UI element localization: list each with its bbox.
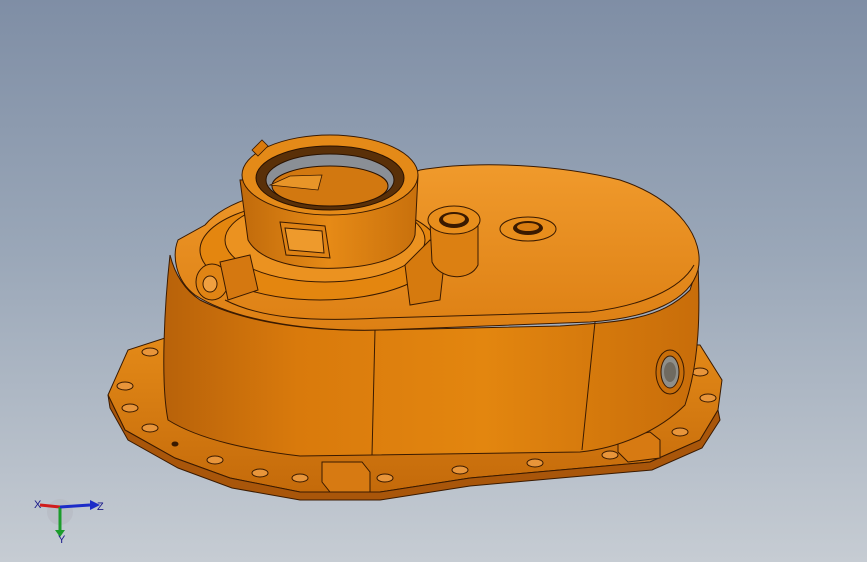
x-axis-label: X — [34, 499, 42, 511]
gearbox-housing-model[interactable] — [0, 0, 867, 562]
z-axis-line — [59, 503, 91, 509]
orientation-triad: X Y Z — [34, 499, 104, 545]
x-axis-line — [39, 503, 61, 509]
z-axis-label: Z — [97, 501, 104, 513]
side-port — [655, 349, 685, 395]
graphics-viewport[interactable]: X Y Z — [0, 0, 867, 562]
input-neck — [239, 134, 419, 269]
top-port-left — [427, 205, 481, 278]
neck-boss — [279, 221, 331, 259]
y-axis-label: Y — [58, 534, 66, 545]
top-port-right — [499, 216, 557, 242]
